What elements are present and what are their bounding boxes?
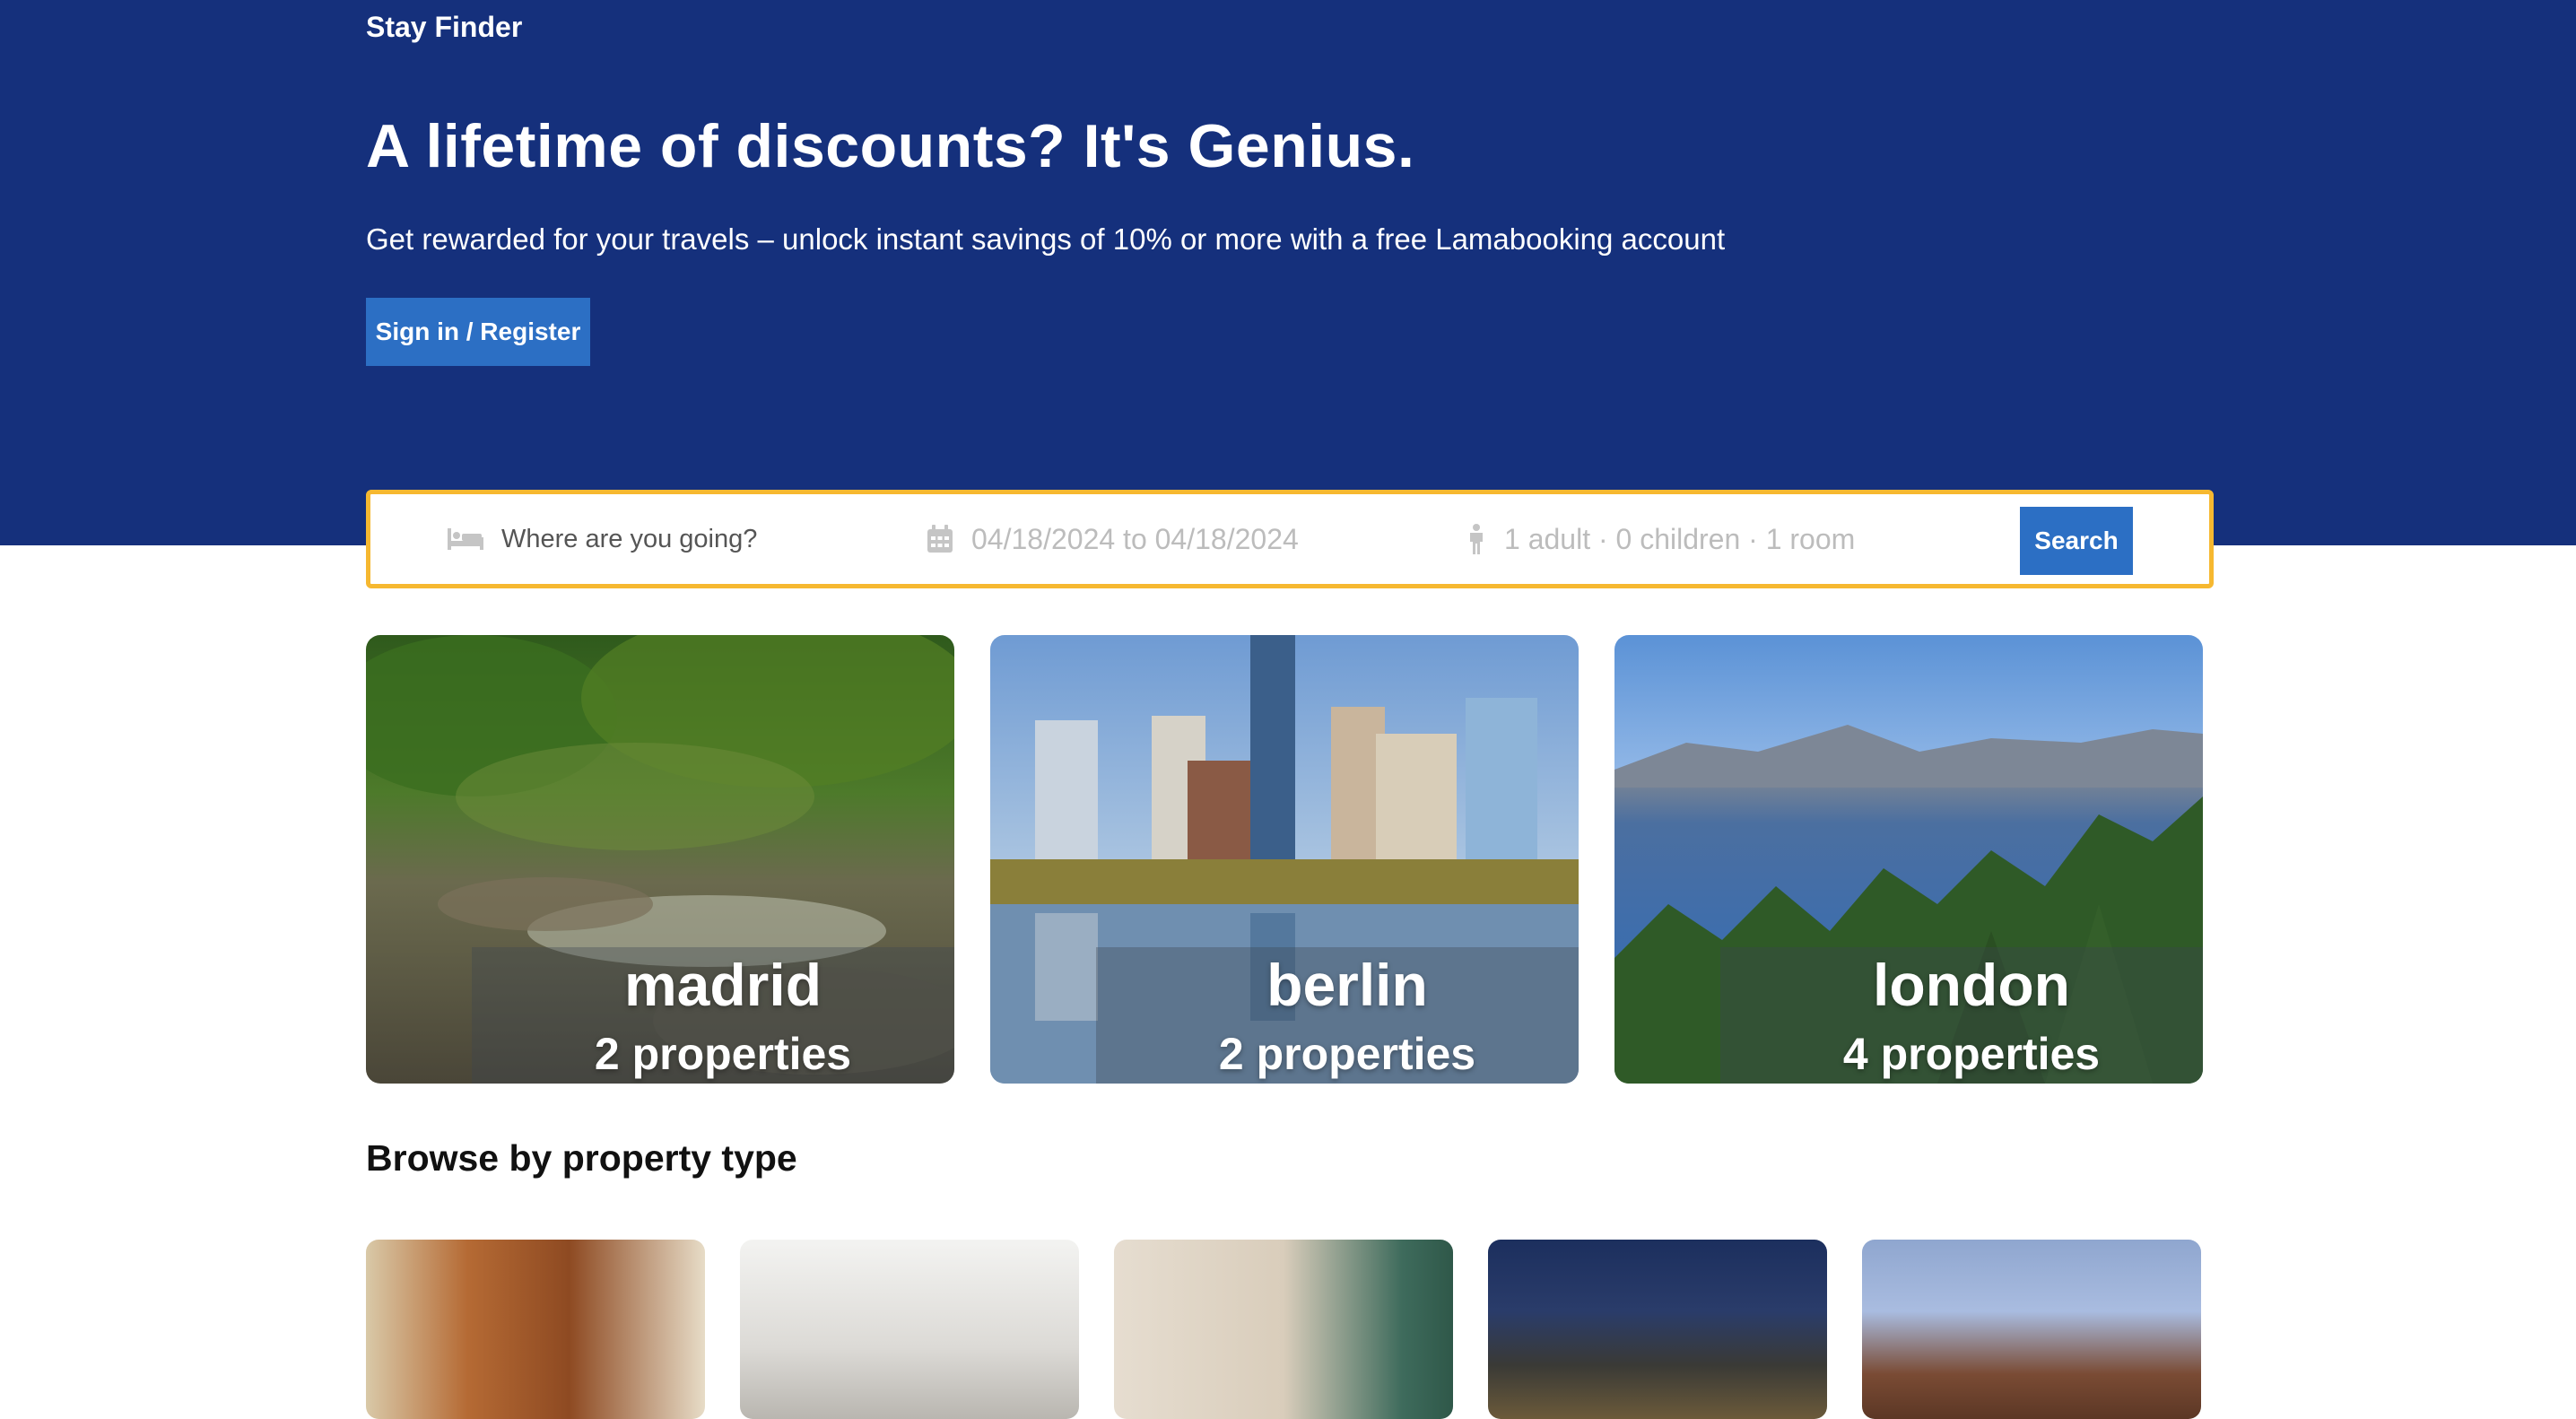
destination-input[interactable]	[501, 524, 842, 554]
property-type-card[interactable]	[1862, 1240, 2201, 1419]
search-button[interactable]: Search	[2020, 507, 2133, 575]
date-range-field[interactable]: 04/18/2024 to 04/18/2024	[927, 494, 1393, 584]
city-card-london[interactable]: london 4 properties	[1614, 635, 2203, 1084]
destination-field[interactable]	[448, 494, 860, 584]
property-type-card[interactable]	[740, 1240, 1079, 1419]
property-type-card[interactable]	[366, 1240, 705, 1419]
hero-title: A lifetime of discounts? It's Genius.	[366, 112, 1415, 180]
city-property-count: 4 properties	[1842, 1029, 2101, 1079]
date-range-text: 04/18/2024 to 04/18/2024	[971, 522, 1299, 555]
city-property-count: 2 properties	[594, 1029, 852, 1079]
brand-logo[interactable]: Stay Finder	[366, 11, 522, 44]
hero-subtitle: Get rewarded for your travels – unlock i…	[366, 222, 1726, 256]
browse-section-title: Browse by property type	[366, 1137, 797, 1179]
bed-icon	[448, 527, 483, 552]
guests-text: 1 adult · 0 children · 1 room	[1504, 522, 1856, 555]
person-icon	[1466, 524, 1486, 554]
hero-banner: Stay Finder A lifetime of discounts? It'…	[0, 0, 2576, 545]
search-bar: 04/18/2024 to 04/18/2024 1 adult · 0 chi…	[366, 490, 2214, 588]
guests-field[interactable]: 1 adult · 0 children · 1 room	[1466, 494, 1933, 584]
property-type-card[interactable]	[1114, 1240, 1453, 1419]
calendar-icon	[927, 525, 953, 553]
city-name: berlin	[1266, 952, 1428, 1018]
property-type-card[interactable]	[1488, 1240, 1827, 1419]
sign-in-register-button[interactable]: Sign in / Register	[366, 298, 590, 366]
city-name: madrid	[623, 952, 822, 1018]
city-name: london	[1873, 952, 2070, 1018]
city-card-berlin[interactable]: berlin 2 properties	[990, 635, 1579, 1084]
city-property-count: 2 properties	[1218, 1029, 1476, 1079]
city-card-madrid[interactable]: madrid 2 properties	[366, 635, 954, 1084]
